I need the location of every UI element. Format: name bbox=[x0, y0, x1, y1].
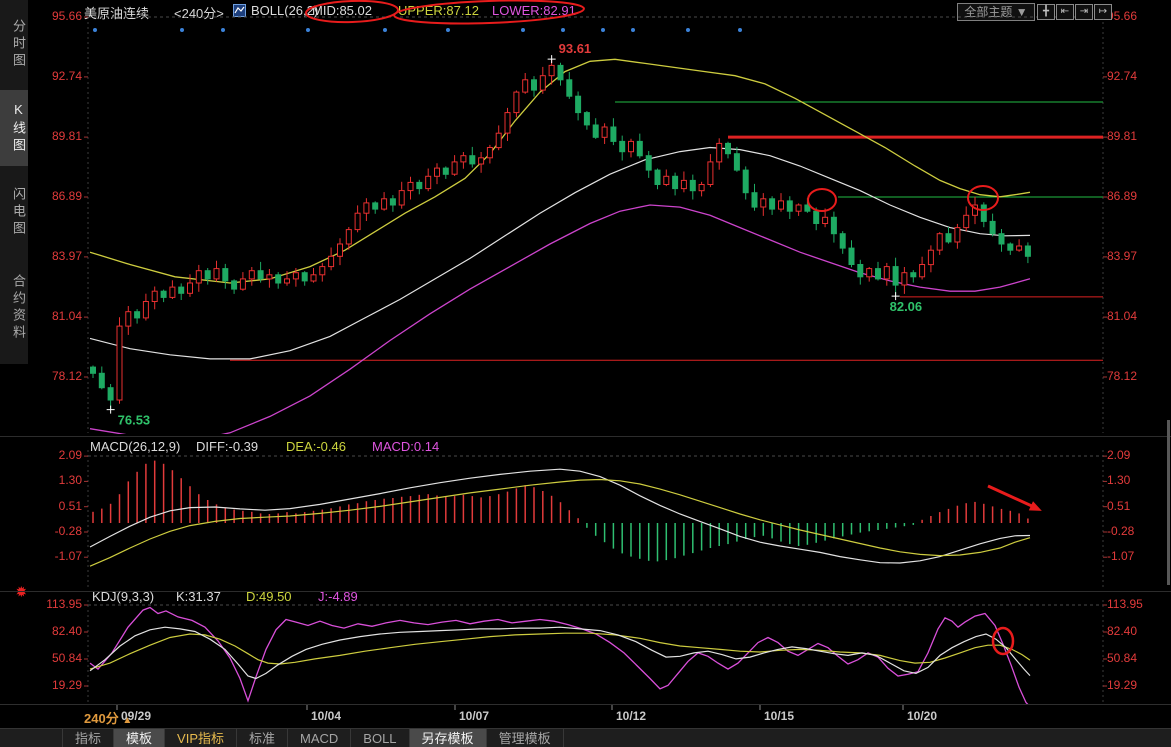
kdj-params-label[interactable]: KDJ(9,3,3) bbox=[92, 589, 154, 604]
tab-1[interactable]: 模板 bbox=[114, 729, 165, 747]
axis-tick-label: 1.30 bbox=[30, 473, 82, 487]
bollinger-bands bbox=[90, 59, 1030, 441]
date-label: 10/12 bbox=[616, 709, 646, 723]
macd-params-label[interactable]: MACD(26,12,9) bbox=[90, 439, 180, 454]
axis-tick-label: 86.89 bbox=[30, 189, 82, 203]
svg-text:82.06: 82.06 bbox=[890, 299, 923, 314]
axis-ticks bbox=[84, 17, 1107, 686]
axis-tick-label: 89.81 bbox=[30, 129, 82, 143]
compress-right-icon[interactable]: ⇥ bbox=[1075, 4, 1093, 20]
axis-tick-label: 50.84 bbox=[1107, 651, 1159, 665]
axis-tick-label: 92.74 bbox=[30, 69, 82, 83]
axis-tick-label: 82.40 bbox=[1107, 624, 1159, 638]
axis-tick-label: 19.29 bbox=[30, 678, 82, 692]
axis-tick-label: -1.07 bbox=[30, 549, 82, 563]
date-label: 10/20 bbox=[907, 709, 937, 723]
axis-tick-label: 95.66 bbox=[30, 9, 82, 23]
tab-5[interactable]: BOLL bbox=[351, 729, 409, 747]
date-label: 10/04 bbox=[311, 709, 341, 723]
axis-tick-label: -0.28 bbox=[1107, 524, 1159, 538]
axis-tick-label: 81.04 bbox=[30, 309, 82, 323]
axis-tick-label: 78.12 bbox=[30, 369, 82, 383]
axis-tick-label: 83.97 bbox=[1107, 249, 1159, 263]
session-dot-markers bbox=[93, 28, 742, 32]
svg-text:76.53: 76.53 bbox=[118, 413, 151, 428]
axis-tick-label: -0.28 bbox=[30, 524, 82, 538]
trading-app-window: 分时图K线图闪电图合约资料 ✹ 美原油连续 <240分> BOLL(26,2) … bbox=[0, 0, 1171, 747]
pan-right-icon[interactable]: ↦ bbox=[1094, 4, 1112, 20]
kdj-k-value: K:31.37 bbox=[176, 589, 221, 604]
axis-tick-label: 78.12 bbox=[1107, 369, 1159, 383]
tab-3[interactable]: 标准 bbox=[237, 729, 288, 747]
axis-tick-label: 19.29 bbox=[1107, 678, 1159, 692]
date-label: 10/15 bbox=[764, 709, 794, 723]
tab-2[interactable]: VIP指标 bbox=[165, 729, 237, 747]
axis-tick-label: 50.84 bbox=[30, 651, 82, 665]
axis-tick-label: 113.95 bbox=[30, 597, 82, 611]
macd-histogram bbox=[93, 461, 1028, 562]
kdj-j-value: J:-4.89 bbox=[318, 589, 358, 604]
axis-tick-label: 0.51 bbox=[30, 499, 82, 513]
axis-tick-label: 0.51 bbox=[1107, 499, 1159, 513]
date-label: 10/07 bbox=[459, 709, 489, 723]
macd-diff-value: DIFF:-0.39 bbox=[196, 439, 258, 454]
axis-tick-label: 1.30 bbox=[1107, 473, 1159, 487]
tab-4[interactable]: MACD bbox=[288, 729, 351, 747]
bottom-toolbar: 指标模板VIP指标标准MACDBOLL另存模板管理模板 bbox=[0, 728, 1171, 747]
grid-dashed-lines bbox=[88, 17, 1103, 605]
compress-left-icon[interactable]: ⇤ bbox=[1056, 4, 1074, 20]
axis-tick-label: 95.66 bbox=[1107, 9, 1159, 23]
svg-text:93.61: 93.61 bbox=[559, 41, 592, 56]
tab-7[interactable]: 管理模板 bbox=[487, 729, 564, 747]
axis-tick-label: 82.40 bbox=[30, 624, 82, 638]
axis-tick-label: 89.81 bbox=[1107, 129, 1159, 143]
toolbar-spacer bbox=[0, 729, 63, 747]
tab-0[interactable]: 指标 bbox=[63, 729, 114, 747]
chart-canvas[interactable]: 76.53 93.61 82.06 bbox=[0, 0, 1171, 747]
xaxis-line bbox=[0, 704, 1171, 705]
candlestick-series[interactable] bbox=[91, 59, 1031, 410]
axis-tick-label: 113.95 bbox=[1107, 597, 1159, 611]
crosshair-move-icon[interactable]: ╋ bbox=[1037, 4, 1055, 20]
panel-separator bbox=[0, 436, 1171, 437]
axis-tick-label: -1.07 bbox=[1107, 549, 1159, 563]
axis-tick-label: 2.09 bbox=[1107, 448, 1159, 462]
tab-6[interactable]: 另存模板 bbox=[410, 729, 487, 747]
scrollbar-thumb[interactable] bbox=[1167, 420, 1170, 585]
axis-tick-label: 81.04 bbox=[1107, 309, 1159, 323]
macd-dea-value: DEA:-0.46 bbox=[286, 439, 346, 454]
macd-value: MACD:0.14 bbox=[372, 439, 439, 454]
axis-tick-label: 2.09 bbox=[30, 448, 82, 462]
axis-tick-label: 92.74 bbox=[1107, 69, 1159, 83]
date-label: 09/29 bbox=[121, 709, 151, 723]
support-resistance-lines[interactable] bbox=[230, 102, 1103, 360]
axis-tick-label: 86.89 bbox=[1107, 189, 1159, 203]
kdj-lines bbox=[90, 608, 1030, 707]
kdj-d-value: D:49.50 bbox=[246, 589, 292, 604]
axis-tick-label: 83.97 bbox=[30, 249, 82, 263]
